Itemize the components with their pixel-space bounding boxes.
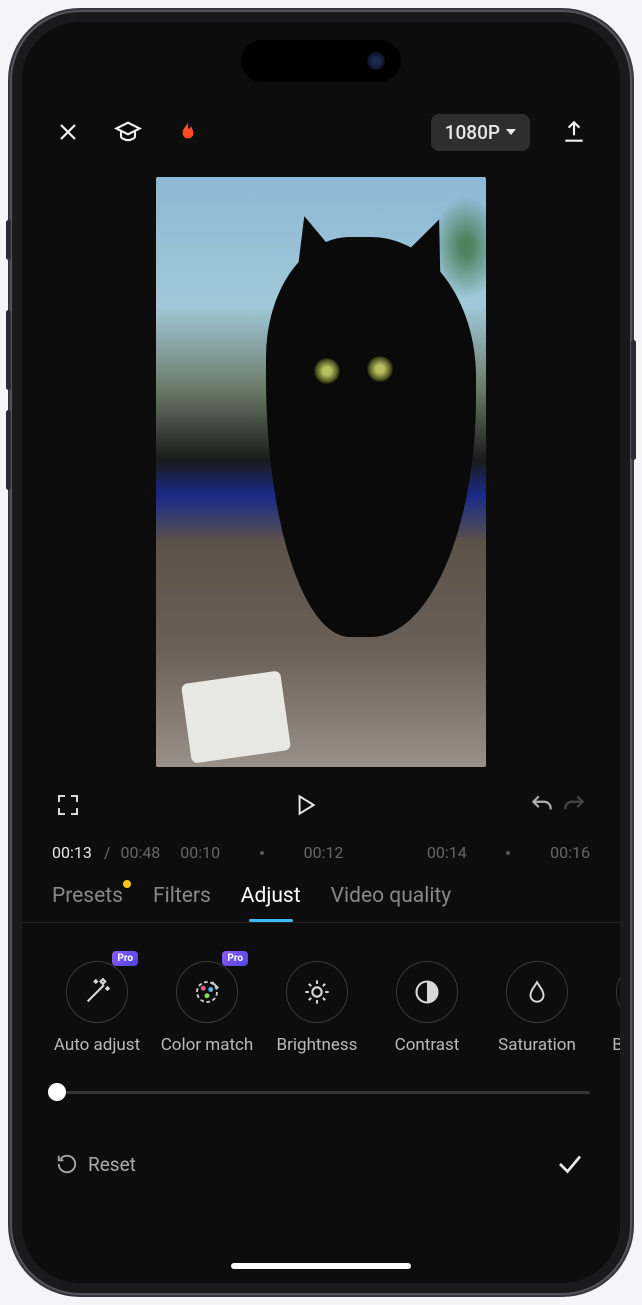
tool-label: Color match	[161, 1035, 254, 1055]
playback-controls	[22, 777, 620, 835]
fullscreen-icon	[56, 793, 80, 817]
resolution-label: 1080P	[445, 121, 500, 144]
tool-icon-circle	[616, 961, 620, 1023]
export-button[interactable]	[558, 116, 590, 148]
play-button[interactable]	[289, 789, 321, 821]
undo-button[interactable]	[526, 789, 558, 821]
tab-filters[interactable]: Filters	[153, 884, 211, 922]
tool-label: Saturation	[498, 1035, 576, 1055]
wand-icon	[83, 978, 111, 1006]
palette-icon	[192, 977, 222, 1007]
reset-label: Reset	[88, 1153, 136, 1176]
check-icon	[555, 1149, 585, 1179]
tab-video-quality[interactable]: Video quality	[331, 884, 452, 922]
export-icon	[561, 119, 587, 145]
tool-saturation[interactable]: Saturation	[492, 961, 582, 1055]
time-mark: 00:16	[550, 843, 590, 862]
redo-icon	[561, 792, 587, 818]
video-preview[interactable]	[156, 177, 486, 767]
tab-label: Filters	[153, 884, 211, 908]
slider-handle[interactable]	[48, 1083, 66, 1101]
preview-subject	[313, 357, 341, 385]
tab-label: Video quality	[331, 884, 452, 908]
app-screen: 1080P	[22, 22, 620, 1283]
tab-adjust[interactable]: Adjust	[241, 884, 301, 922]
confirm-button[interactable]	[554, 1148, 586, 1180]
tool-label: Brightness	[277, 1035, 358, 1055]
tab-label: Presets	[52, 884, 123, 908]
time-mark: 00:12	[304, 843, 344, 862]
time-sep: /	[104, 843, 111, 862]
tool-icon-circle	[176, 961, 238, 1023]
timeline[interactable]: 00:13 / 00:48 00:10 00:12 00:14 00:16	[22, 835, 620, 866]
power-button	[631, 340, 636, 460]
time-mark: 00:14	[427, 843, 467, 862]
preview-subject	[266, 237, 476, 637]
adjust-tools[interactable]: Pro Auto adjust Pro Color match Brightne…	[22, 923, 620, 1075]
preview-subject	[366, 355, 394, 383]
tool-icon-circle	[286, 961, 348, 1023]
current-time: 00:13	[52, 843, 92, 862]
resolution-selector[interactable]: 1080P	[431, 114, 530, 151]
timeline-dot	[506, 851, 510, 855]
footer-bar: Reset	[22, 1114, 620, 1180]
graduation-cap-icon	[114, 118, 142, 146]
home-indicator[interactable]	[231, 1263, 411, 1269]
tool-color-match[interactable]: Pro Color match	[162, 961, 252, 1055]
tool-auto-adjust[interactable]: Pro Auto adjust	[52, 961, 142, 1055]
undo-icon	[529, 792, 555, 818]
fullscreen-button[interactable]	[52, 789, 84, 821]
reset-button[interactable]: Reset	[56, 1153, 136, 1176]
tool-icon-circle	[396, 961, 458, 1023]
tool-icon-circle	[66, 961, 128, 1023]
droplet-icon	[524, 979, 550, 1005]
tool-brilliance[interactable]: Brilliance	[602, 961, 620, 1055]
flame-icon	[175, 119, 201, 145]
chevron-down-icon	[506, 129, 516, 135]
contrast-icon	[413, 978, 441, 1006]
new-badge-icon	[123, 880, 131, 888]
tool-label: Contrast	[395, 1035, 460, 1055]
timeline-dot	[260, 851, 264, 855]
preview-area	[22, 177, 620, 767]
tool-icon-circle	[506, 961, 568, 1023]
tab-label: Adjust	[241, 884, 301, 908]
adjust-slider[interactable]	[22, 1075, 620, 1114]
tool-brightness[interactable]: Brightness	[272, 961, 362, 1055]
pro-badge: Pro	[112, 951, 138, 966]
phone-frame: 1080P	[10, 10, 632, 1295]
tool-contrast[interactable]: Contrast	[382, 961, 472, 1055]
tool-label: Brilliance	[612, 1035, 620, 1055]
pro-badge: Pro	[222, 951, 248, 966]
volume-up-button	[6, 310, 11, 390]
dynamic-island	[241, 40, 401, 82]
tool-label: Auto adjust	[54, 1035, 140, 1055]
sun-icon	[303, 978, 331, 1006]
slider-track	[52, 1091, 590, 1094]
close-button[interactable]	[52, 116, 84, 148]
redo-button[interactable]	[558, 789, 590, 821]
total-time: 00:48	[120, 843, 160, 862]
close-icon	[56, 120, 80, 144]
reset-icon	[56, 1153, 78, 1175]
trending-button[interactable]	[172, 116, 204, 148]
tabs: Presets Filters Adjust Video quality	[22, 866, 620, 923]
preview-foreground	[181, 670, 291, 763]
education-button[interactable]	[112, 116, 144, 148]
tab-presets[interactable]: Presets	[52, 884, 123, 922]
volume-down-button	[6, 410, 11, 490]
time-mark: 00:10	[180, 843, 220, 862]
play-icon	[292, 792, 318, 818]
side-button	[6, 220, 11, 260]
top-bar: 1080P	[22, 102, 620, 162]
